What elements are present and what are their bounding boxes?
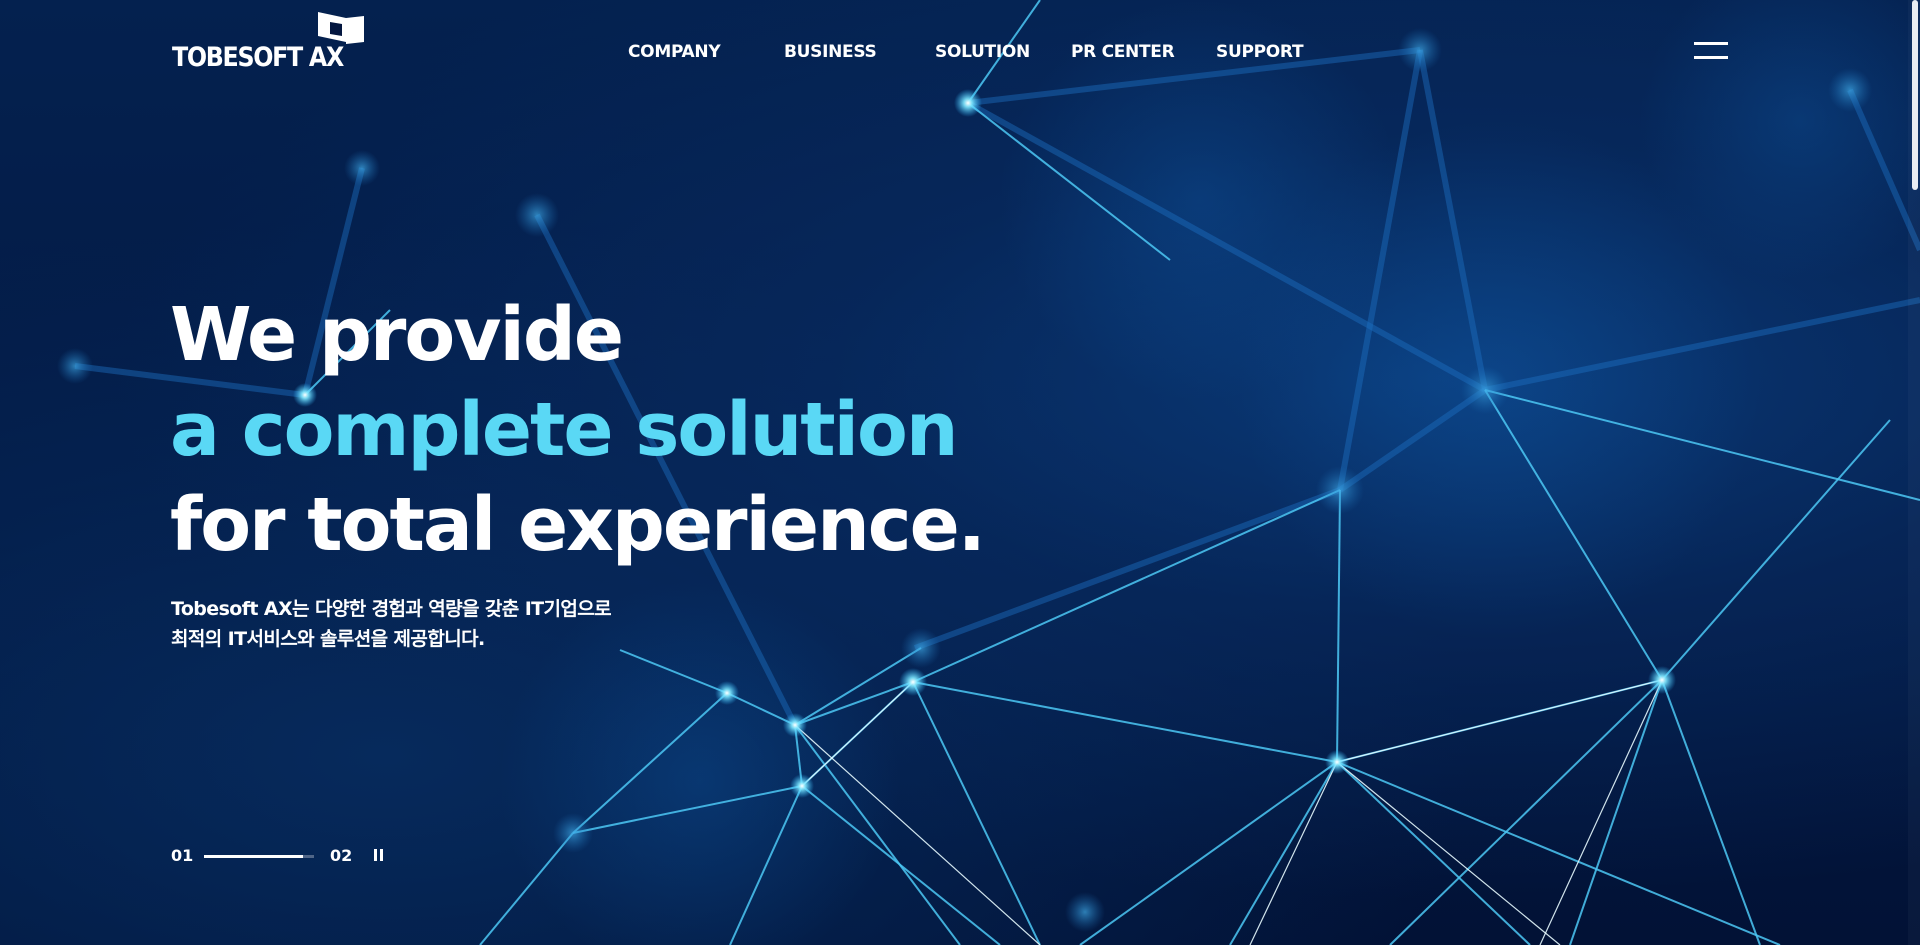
hero-section: TOBESOFT AX COMPANY BUSINESS SOLUTION PR… xyxy=(0,0,1920,945)
nav-item-support[interactable]: SUPPORT xyxy=(1216,42,1304,62)
nav-item-business[interactable]: BUSINESS xyxy=(784,42,877,62)
slide-progress-fill xyxy=(204,855,303,858)
slide-total-number: 02 xyxy=(330,846,353,865)
nav-item-pr-center[interactable]: PR CENTER xyxy=(1071,42,1175,62)
logo-mark-icon xyxy=(318,12,364,44)
slide-current-number: 01 xyxy=(171,846,194,865)
nav-item-solution[interactable]: SOLUTION xyxy=(935,42,1030,62)
slider-pager: 01 02 xyxy=(171,846,411,868)
headline-line-2-accent: a complete solution xyxy=(170,387,959,473)
scrollbar-thumb[interactable] xyxy=(1912,0,1918,190)
hero-headline: We provide a complete solution for total… xyxy=(170,288,986,573)
site-logo[interactable]: TOBESOFT AX xyxy=(172,12,372,73)
site-header: TOBESOFT AX COMPANY BUSINESS SOLUTION PR… xyxy=(0,0,1920,100)
nav-item-company[interactable]: COMPANY xyxy=(628,42,721,62)
headline-line-3: for total experience. xyxy=(170,482,986,568)
hero-description: Tobesoft AX는 다양한 경험과 역량을 갖춘 IT기업으로 최적의 I… xyxy=(171,594,612,654)
hamburger-icon[interactable] xyxy=(1694,42,1728,62)
description-line-2: 최적의 IT서비스와 솔루션을 제공합니다. xyxy=(171,628,485,650)
slide-progress-bar[interactable] xyxy=(204,855,314,858)
headline-line-1: We provide xyxy=(170,292,624,378)
page-scrollbar[interactable] xyxy=(1908,0,1920,945)
pause-icon[interactable] xyxy=(373,849,385,863)
description-line-1: Tobesoft AX는 다양한 경험과 역량을 갖춘 IT기업으로 xyxy=(171,598,612,620)
